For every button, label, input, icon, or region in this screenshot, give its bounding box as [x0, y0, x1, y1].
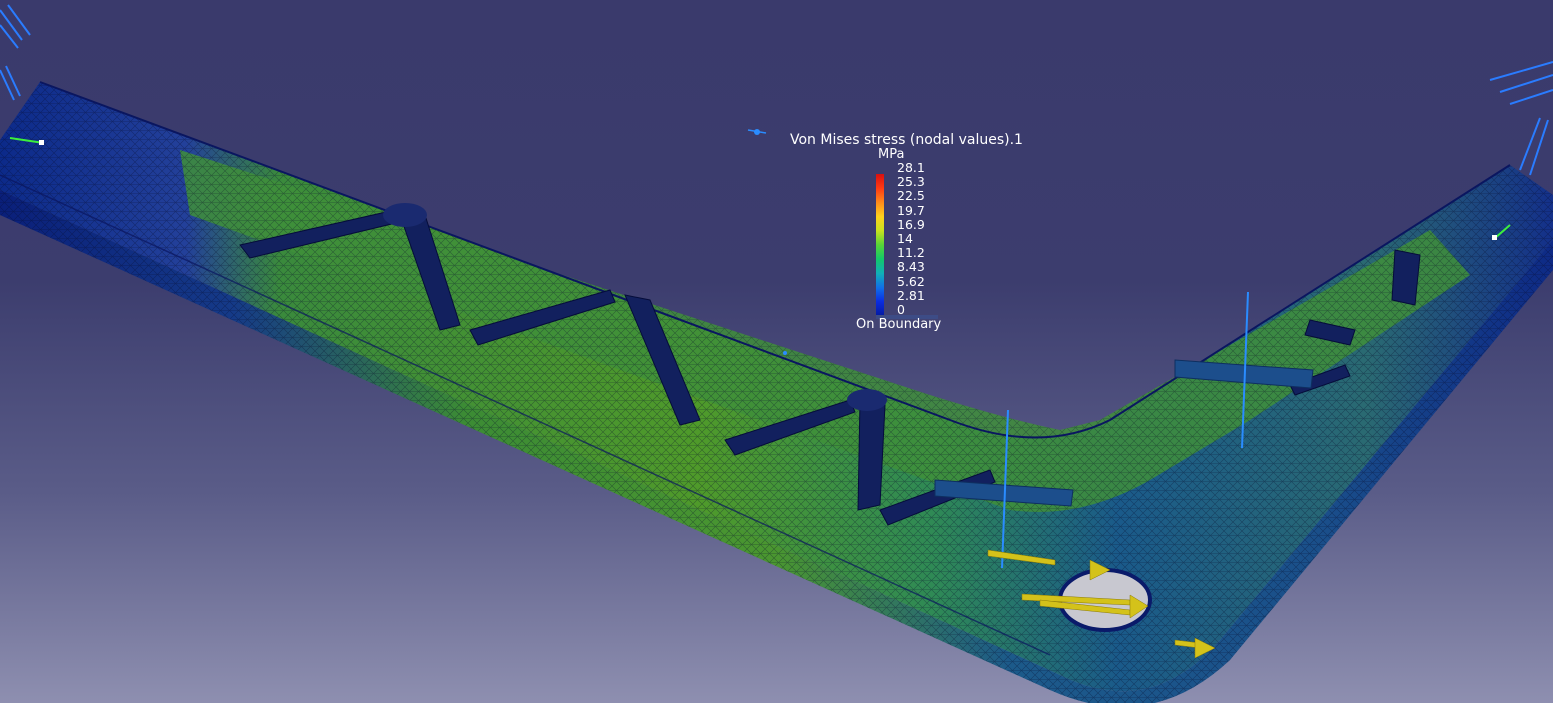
3d-viewport[interactable]: Von Mises stress (nodal values).1 MPa 28…	[0, 0, 1553, 703]
legend-value: 5.62	[897, 273, 925, 289]
boss-1	[383, 203, 427, 227]
analysis-scene[interactable]	[0, 0, 1553, 703]
legend-value: 19.7	[897, 202, 925, 218]
legend-color-bar	[876, 174, 884, 316]
legend-value: 25.3	[897, 174, 925, 190]
legend-value: 16.9	[897, 216, 925, 232]
stress-legend[interactable]: Von Mises stress (nodal values).1 MPa 28…	[790, 131, 1023, 336]
legend-value: 2.81	[897, 287, 925, 303]
legend-value: 14	[897, 231, 913, 247]
legend-footer: On Boundary	[856, 317, 942, 332]
legend-value: 0	[897, 302, 905, 318]
legend-value: 11.2	[897, 245, 925, 261]
legend-value: 8.43	[897, 259, 925, 275]
legend-values: 28.1 25.3 22.5 19.7 16.9 14 11.2 8.43 5.…	[897, 160, 925, 318]
boss-2	[847, 389, 887, 411]
legend-value: 22.5	[897, 188, 925, 204]
legend-value: 28.1	[897, 160, 925, 175]
compass-icon[interactable]	[747, 129, 787, 355]
